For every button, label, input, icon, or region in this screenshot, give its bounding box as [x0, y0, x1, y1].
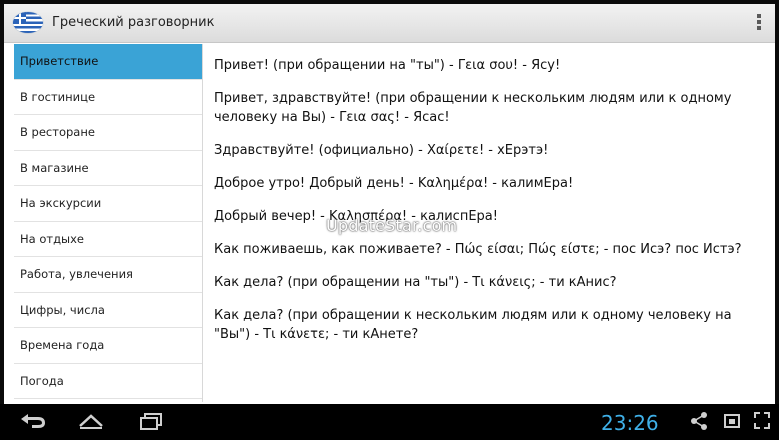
screenshot-icon[interactable]	[722, 410, 742, 432]
app-title: Греческий разговорник	[52, 15, 215, 30]
sidebar-item-hotel[interactable]: В гостинице	[14, 80, 202, 115]
home-icon[interactable]	[76, 410, 106, 432]
phrase-item: Как поживаешь, как поживаете? - Πώς είσα…	[214, 242, 742, 257]
phrase-item: Привет, здравствуйте! (при обращении к н…	[214, 91, 732, 125]
sidebar-item-numbers[interactable]: Цифры, числа	[14, 293, 202, 328]
clock: 23:26	[601, 411, 659, 435]
back-icon[interactable]	[18, 410, 48, 432]
greek-flag-icon[interactable]	[13, 12, 43, 33]
category-list: Приветствие В гостинице В ресторане В ма…	[14, 44, 203, 402]
sidebar-item-work-hobbies[interactable]: Работа, увлечения	[14, 257, 202, 293]
phrase-item: Здравствуйте! (официально) - Χαίρετε! - …	[214, 143, 549, 158]
action-bar: Греческий разговорник	[4, 4, 775, 43]
sidebar-item-shop[interactable]: В магазине	[14, 151, 202, 186]
watermark: UpdateStar.com	[326, 216, 458, 235]
phrase-item: Как дела? (при обращении на "ты") - Τι κ…	[214, 275, 617, 290]
phrase-list: Привет! (при обращении на "ты") - Γεια σ…	[214, 56, 770, 358]
sidebar-item-leisure[interactable]: На отдыхе	[14, 222, 202, 257]
phrase-item: Добрый вечер! - Καλησπέρα! - калиспЕра!	[214, 209, 498, 224]
sidebar-item-greetings[interactable]: Приветствие	[14, 44, 202, 80]
phrase-item: Привет! (при обращении на "ты") - Γεια σ…	[214, 58, 561, 73]
sidebar-item-restaurant[interactable]: В ресторане	[14, 115, 202, 151]
overflow-menu-icon[interactable]	[757, 14, 761, 32]
phrase-item: Доброе утро! Добрый день! - Καλημέρα! - …	[214, 176, 574, 191]
sidebar-item-seasons[interactable]: Времена года	[14, 328, 202, 364]
share-icon[interactable]	[690, 410, 708, 432]
recent-apps-icon[interactable]	[136, 410, 166, 432]
phrase-item: Как дела? (при обращении к нескольким лю…	[214, 308, 732, 342]
fullscreen-icon[interactable]	[752, 410, 772, 432]
system-nav-bar: 23:26	[0, 404, 779, 440]
app-window: Греческий разговорник Приветствие В гост…	[4, 4, 775, 404]
sidebar-item-excursion[interactable]: На экскурсии	[14, 186, 202, 222]
sidebar-item-weather[interactable]: Погода	[14, 364, 202, 399]
